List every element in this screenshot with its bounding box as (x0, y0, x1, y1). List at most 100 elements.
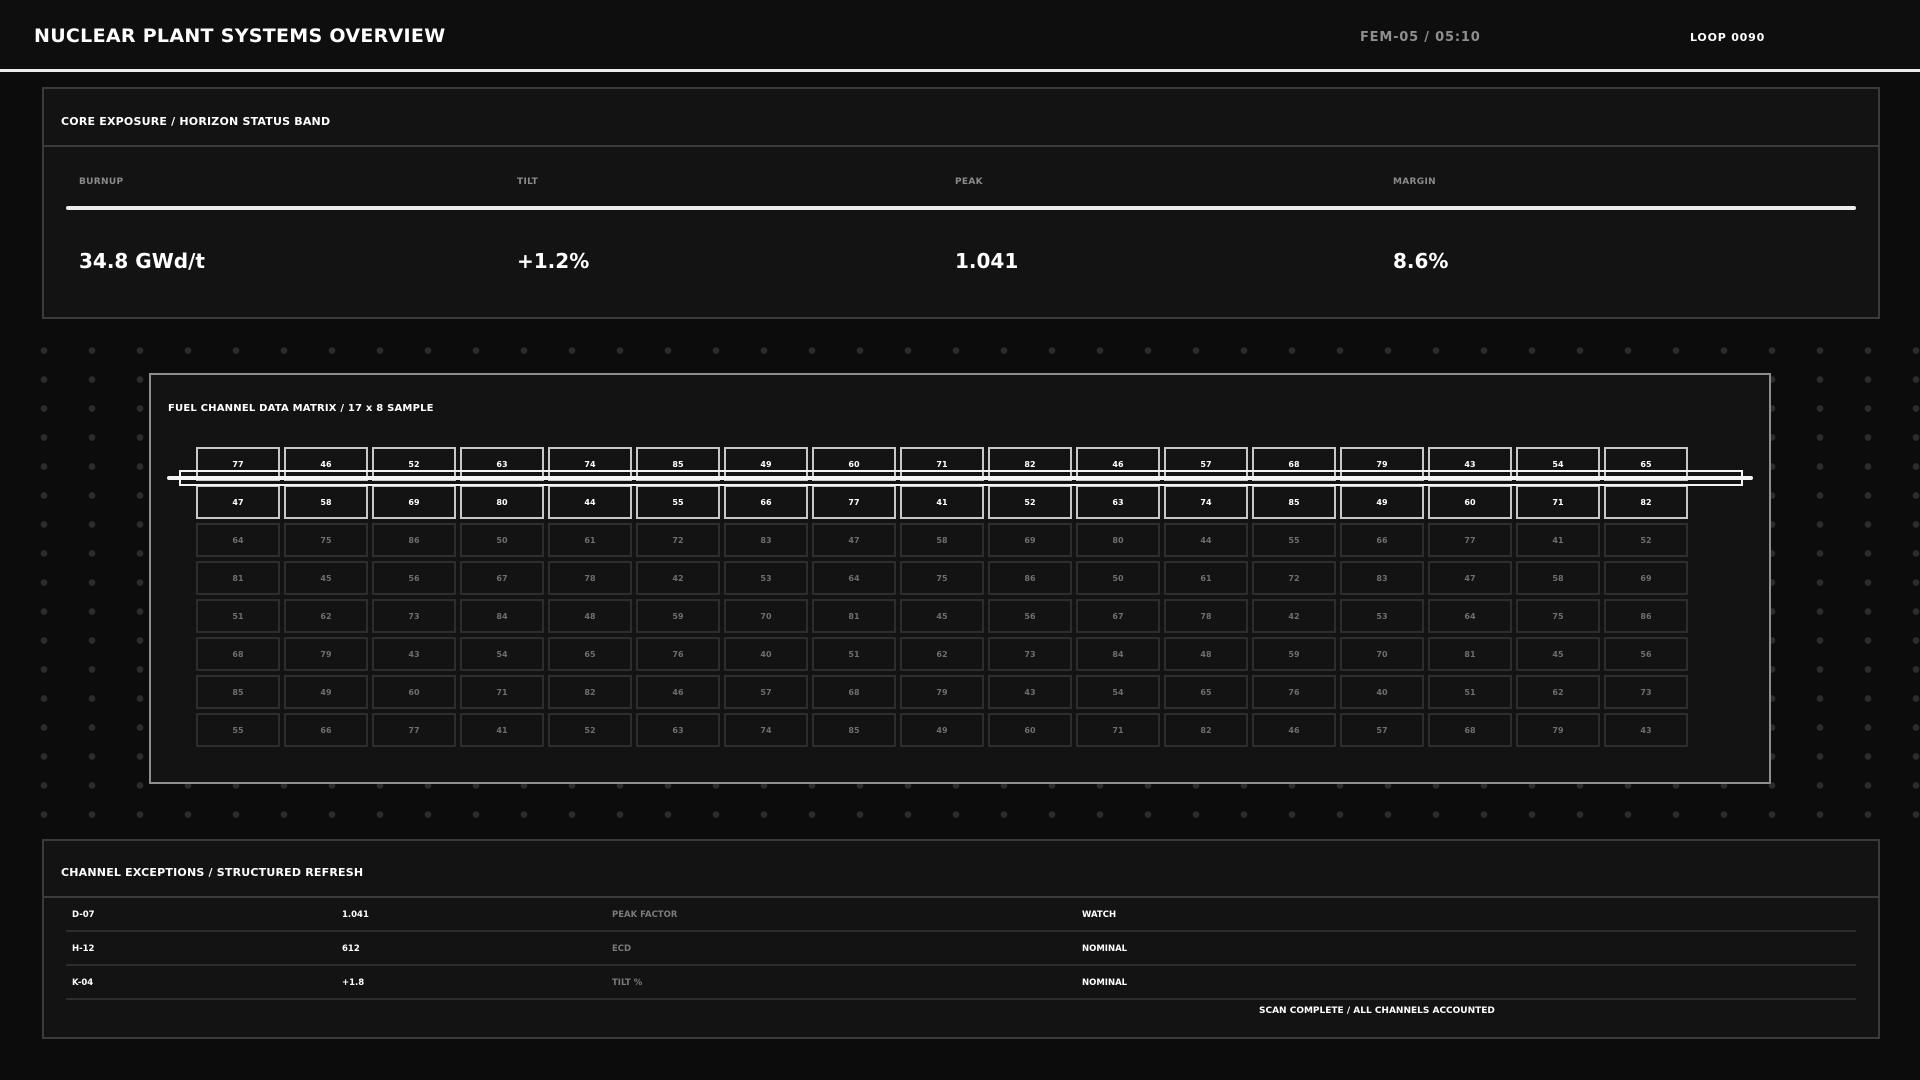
matrix-cell[interactable]: 77 (1428, 523, 1512, 557)
matrix-cell[interactable]: 45 (1516, 637, 1600, 671)
matrix-cell[interactable]: 86 (372, 523, 456, 557)
matrix-cell[interactable]: 71 (1076, 713, 1160, 747)
matrix-cell[interactable]: 74 (724, 713, 808, 747)
matrix-cell[interactable]: 61 (1164, 561, 1248, 595)
matrix-cell[interactable]: 62 (1516, 675, 1600, 709)
matrix-cell[interactable]: 75 (900, 561, 984, 595)
matrix-cell[interactable]: 51 (812, 637, 896, 671)
matrix-cell[interactable]: 71 (1516, 485, 1600, 519)
matrix-cell[interactable]: 83 (1340, 561, 1424, 595)
matrix-cell[interactable]: 62 (284, 599, 368, 633)
matrix-cell[interactable]: 55 (1252, 523, 1336, 557)
matrix-cell[interactable]: 72 (636, 523, 720, 557)
matrix-cell[interactable]: 59 (636, 599, 720, 633)
exception-row[interactable]: D-07 1.041 PEAK FACTOR WATCH (66, 898, 1856, 932)
matrix-cell[interactable]: 47 (196, 485, 280, 519)
matrix-cell[interactable]: 41 (900, 485, 984, 519)
matrix-cell[interactable]: 52 (548, 713, 632, 747)
matrix-cell[interactable]: 53 (724, 561, 808, 595)
matrix-cell[interactable]: 64 (196, 523, 280, 557)
matrix-cell[interactable]: 58 (900, 523, 984, 557)
matrix-cell[interactable]: 65 (548, 637, 632, 671)
matrix-cell[interactable]: 58 (284, 485, 368, 519)
matrix-cell[interactable]: 40 (724, 637, 808, 671)
matrix-cell[interactable]: 48 (548, 599, 632, 633)
matrix-cell[interactable]: 60 (372, 675, 456, 709)
matrix-cell[interactable]: 85 (812, 713, 896, 747)
matrix-cell[interactable]: 82 (548, 675, 632, 709)
matrix-cell[interactable]: 84 (1076, 637, 1160, 671)
matrix-cell[interactable]: 77 (812, 485, 896, 519)
matrix-cell[interactable]: 82 (1164, 713, 1248, 747)
matrix-cell[interactable]: 45 (900, 599, 984, 633)
matrix-cell[interactable]: 48 (1164, 637, 1248, 671)
matrix-cell[interactable]: 73 (1604, 675, 1688, 709)
matrix-cell[interactable]: 79 (1516, 713, 1600, 747)
matrix-cell[interactable]: 76 (636, 637, 720, 671)
matrix-cell[interactable]: 75 (1516, 599, 1600, 633)
matrix-cell[interactable]: 69 (372, 485, 456, 519)
matrix-cell[interactable]: 69 (1604, 561, 1688, 595)
matrix-cell[interactable]: 69 (988, 523, 1072, 557)
matrix-cell[interactable]: 77 (372, 713, 456, 747)
matrix-cell[interactable]: 64 (1428, 599, 1512, 633)
matrix-cell[interactable]: 75 (284, 523, 368, 557)
matrix-cell[interactable]: 70 (1340, 637, 1424, 671)
matrix-cell[interactable]: 61 (548, 523, 632, 557)
matrix-cell[interactable]: 58 (1516, 561, 1600, 595)
matrix-cell[interactable]: 42 (636, 561, 720, 595)
matrix-cell[interactable]: 81 (812, 599, 896, 633)
matrix-cell[interactable]: 51 (1428, 675, 1512, 709)
matrix-cell[interactable]: 78 (1164, 599, 1248, 633)
matrix-cell[interactable]: 52 (1604, 523, 1688, 557)
exception-row[interactable]: H-12 612 ECD NOMINAL (66, 932, 1856, 966)
matrix-cell[interactable]: 66 (724, 485, 808, 519)
matrix-cell[interactable]: 62 (900, 637, 984, 671)
matrix-cell[interactable]: 84 (460, 599, 544, 633)
matrix-cell[interactable]: 51 (196, 599, 280, 633)
matrix-cell[interactable]: 81 (196, 561, 280, 595)
matrix-cell[interactable]: 49 (284, 675, 368, 709)
matrix-cell[interactable]: 68 (196, 637, 280, 671)
matrix-cell[interactable]: 41 (460, 713, 544, 747)
matrix-cell[interactable]: 64 (812, 561, 896, 595)
matrix-cell[interactable]: 43 (372, 637, 456, 671)
matrix-cell[interactable]: 57 (724, 675, 808, 709)
matrix-cell[interactable]: 82 (1604, 485, 1688, 519)
matrix-cell[interactable]: 67 (460, 561, 544, 595)
matrix-cell[interactable]: 54 (460, 637, 544, 671)
matrix-cell[interactable]: 66 (1340, 523, 1424, 557)
matrix-cell[interactable]: 60 (988, 713, 1072, 747)
matrix-cell[interactable]: 56 (1604, 637, 1688, 671)
matrix-cell[interactable]: 73 (372, 599, 456, 633)
matrix-cell[interactable]: 83 (724, 523, 808, 557)
matrix-cell[interactable]: 68 (1428, 713, 1512, 747)
matrix-cell[interactable]: 66 (284, 713, 368, 747)
matrix-cell[interactable]: 40 (1340, 675, 1424, 709)
matrix-cell[interactable]: 63 (636, 713, 720, 747)
matrix-cell[interactable]: 42 (1252, 599, 1336, 633)
matrix-cell[interactable]: 55 (196, 713, 280, 747)
matrix-cell[interactable]: 73 (988, 637, 1072, 671)
matrix-cell[interactable]: 57 (1340, 713, 1424, 747)
matrix-cell[interactable]: 56 (988, 599, 1072, 633)
matrix-cell[interactable]: 50 (460, 523, 544, 557)
matrix-cell[interactable]: 74 (1164, 485, 1248, 519)
matrix-cell[interactable]: 79 (284, 637, 368, 671)
matrix-cell[interactable]: 68 (812, 675, 896, 709)
matrix-cell[interactable]: 86 (1604, 599, 1688, 633)
matrix-cell[interactable]: 85 (196, 675, 280, 709)
matrix-cell[interactable]: 44 (1164, 523, 1248, 557)
matrix-cell[interactable]: 80 (1076, 523, 1160, 557)
matrix-cell[interactable]: 76 (1252, 675, 1336, 709)
matrix-cell[interactable]: 86 (988, 561, 1072, 595)
matrix-cell[interactable]: 46 (636, 675, 720, 709)
matrix-cell[interactable]: 53 (1340, 599, 1424, 633)
matrix-cell[interactable]: 80 (460, 485, 544, 519)
exception-row[interactable]: K-04 +1.8 TILT % NOMINAL (66, 966, 1856, 1000)
matrix-cell[interactable]: 54 (1076, 675, 1160, 709)
matrix-cell[interactable]: 59 (1252, 637, 1336, 671)
matrix-cell[interactable]: 71 (460, 675, 544, 709)
matrix-cell[interactable]: 60 (1428, 485, 1512, 519)
matrix-cell[interactable]: 81 (1428, 637, 1512, 671)
